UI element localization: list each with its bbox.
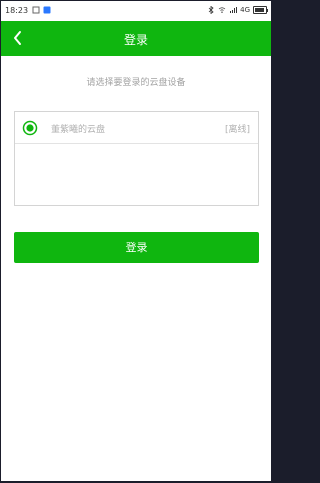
app-icon	[43, 6, 51, 14]
battery-icon	[253, 6, 268, 14]
radio-selected-icon[interactable]	[22, 120, 38, 136]
wifi-icon	[218, 7, 226, 13]
device-name: 董紫曦的云盘	[51, 125, 106, 135]
device-item[interactable]: 董紫曦的云盘 [离线]	[15, 112, 258, 144]
network-type: 4G	[240, 6, 250, 14]
select-device-prompt: 请选择要登录的云盘设备	[86, 78, 186, 88]
login-button[interactable]: 登录	[14, 232, 259, 263]
bluetooth-icon	[208, 6, 214, 14]
notification-icon	[32, 6, 40, 14]
device-list: 董紫曦的云盘 [离线]	[14, 111, 259, 206]
signal-icon	[230, 7, 238, 13]
status-right-icons: 4G	[207, 6, 268, 14]
page-title: 登录	[123, 33, 148, 47]
app-bar: 登录	[1, 21, 271, 56]
status-left-icons	[32, 6, 51, 14]
phone-screen: 18:23 4G 登录 请选择要登录的云盘设备 董紫曦的云盘 [离线] 登录	[1, 1, 271, 481]
device-status: [离线]	[224, 125, 250, 135]
status-bar: 18:23 4G	[1, 1, 271, 21]
status-time: 18:23	[5, 6, 29, 15]
